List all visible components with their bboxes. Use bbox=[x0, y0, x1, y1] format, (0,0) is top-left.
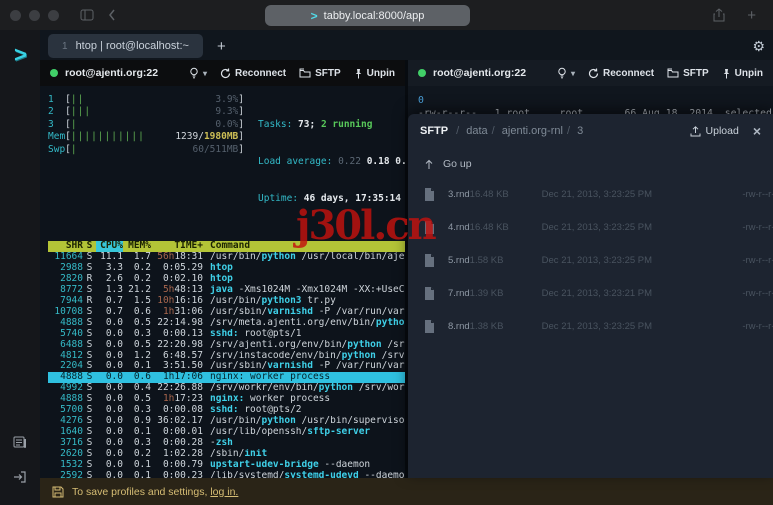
tabby-favicon: > bbox=[310, 8, 318, 23]
htop-process-row[interactable]: 2988 S 3.3 0.2 0:05.29 htop bbox=[48, 263, 405, 274]
address-bar[interactable]: > tabby.local:8000/app bbox=[265, 5, 470, 26]
login-banner: To save profiles and settings, log in. bbox=[40, 478, 773, 505]
sftp-file-list: 3.rnd 16.48 KB Dec 21, 2013, 3:23:25 PM … bbox=[420, 178, 773, 343]
cpu-meter: 3 [| 0.0%] bbox=[48, 118, 244, 130]
file-icon bbox=[424, 188, 448, 201]
chevron-down-icon: ▾ bbox=[570, 68, 575, 78]
pane-header-left: root@ajenti.org:22 ▾ Reconnect SFTP Unpi… bbox=[40, 60, 405, 86]
breadcrumb-segment[interactable]: ajenti.org-rnl bbox=[490, 125, 563, 137]
htop-process-row[interactable]: 10708 S 0.7 0.6 1h31:06 /usr/sbin/varnis… bbox=[48, 307, 405, 318]
maximize-window-icon[interactable] bbox=[48, 9, 59, 21]
htop-cpu-meters: 1 [|| 3.9%] 2 [||| 9.3%] 3 [| 0.0%] Mem[|||… bbox=[48, 94, 244, 230]
htop-process-row[interactable]: 6488 S 0.0 0.5 22:20.98 /srv/ajenti.org/… bbox=[48, 340, 405, 351]
cpu-meter: 1 [|| 3.9%] bbox=[48, 94, 244, 105]
htop-table-header[interactable]: SHR S CPU% MEM% TIME+ Command bbox=[48, 241, 405, 253]
chevron-down-icon: ▾ bbox=[202, 68, 207, 78]
upload-button[interactable]: Upload bbox=[690, 125, 739, 137]
swap-meter: Swp[| 60/511MB] bbox=[48, 143, 244, 155]
htop-process-row[interactable]: 2204 S 0.0 0.1 3:51.50 /usr/sbin/varnish… bbox=[48, 361, 405, 372]
suggestions-bulb-button[interactable]: ▾ bbox=[557, 67, 575, 79]
pane-host-label: root@ajenti.org:22 bbox=[65, 67, 159, 79]
tab-index: 1 bbox=[62, 40, 68, 52]
back-icon[interactable] bbox=[108, 9, 116, 21]
htop-terminal[interactable]: 1 [|| 3.9%] 2 [||| 9.3%] 3 [| 0.0%] Mem[|||… bbox=[40, 86, 405, 478]
sftp-file-row[interactable]: 8.rnd 1.38 KB Dec 21, 2013, 3:23:25 PM -… bbox=[420, 310, 773, 343]
minimize-window-icon[interactable] bbox=[29, 9, 40, 21]
terminal-pane-right: root@ajenti.org:22 ▾ Reconnect SFTP Unpi… bbox=[408, 60, 773, 478]
sftp-file-row[interactable]: 7.rnd 1.39 KB Dec 21, 2013, 3:23:21 PM -… bbox=[420, 277, 773, 310]
file-icon bbox=[424, 221, 448, 234]
sftp-panel-title: SFTP bbox=[420, 125, 449, 137]
close-window-icon[interactable] bbox=[10, 9, 21, 21]
sftp-button[interactable]: SFTP bbox=[299, 68, 341, 79]
suggestions-bulb-button[interactable]: ▾ bbox=[189, 67, 207, 79]
unpin-button[interactable]: Unpin bbox=[722, 68, 763, 79]
breadcrumb-segment[interactable]: data bbox=[454, 125, 487, 137]
sign-in-icon[interactable] bbox=[13, 470, 27, 489]
reconnect-button[interactable]: Reconnect bbox=[220, 68, 286, 79]
terminal-line: 0 bbox=[418, 95, 424, 106]
htop-process-row[interactable]: 4812 S 0.0 1.2 6:48.57 /srv/instacode/en… bbox=[48, 351, 405, 362]
share-icon[interactable] bbox=[713, 8, 725, 22]
file-icon bbox=[424, 287, 448, 300]
htop-process-row[interactable]: 11664 S 11.1 1.7 56h18:31 /usr/bin/pytho… bbox=[48, 252, 405, 263]
htop-process-row[interactable]: 2620 S 0.0 0.2 1:02.28 /sbin/init bbox=[48, 449, 405, 460]
arrow-up-icon bbox=[425, 159, 433, 169]
browser-chrome: > tabby.local:8000/app + bbox=[0, 0, 773, 30]
connection-status-icon bbox=[50, 69, 58, 77]
file-icon bbox=[424, 320, 448, 333]
htop-process-row[interactable]: 4276 S 0.0 0.9 36:02.17 /usr/bin/python … bbox=[48, 416, 405, 427]
htop-process-row[interactable]: 3716 S 0.0 0.3 0:00.28 -zsh bbox=[48, 438, 405, 449]
sftp-file-row[interactable]: 3.rnd 16.48 KB Dec 21, 2013, 3:23:25 PM … bbox=[420, 178, 773, 211]
htop-process-row[interactable]: 4888 S 0.0 0.5 22:14.98 /srv/meta.ajenti… bbox=[48, 318, 405, 329]
sftp-button[interactable]: SFTP bbox=[667, 68, 709, 79]
htop-process-row[interactable]: 1640 S 0.0 0.1 0:00.01 /usr/lib/openssh/… bbox=[48, 427, 405, 438]
cpu-meter: 2 [||| 9.3%] bbox=[48, 106, 244, 118]
htop-process-table: SHR S CPU% MEM% TIME+ Command 11664 S 11… bbox=[48, 241, 405, 478]
release-notes-icon[interactable] bbox=[13, 435, 27, 454]
url-text: tabby.local:8000/app bbox=[323, 9, 425, 22]
sftp-file-row[interactable]: 5.rnd 1.58 KB Dec 21, 2013, 3:23:25 PM -… bbox=[420, 244, 773, 277]
toggle-sidebar-icon[interactable] bbox=[80, 9, 94, 21]
htop-process-row[interactable]: 2820 R 2.6 0.2 0:02.10 htop bbox=[48, 274, 405, 285]
window-controls[interactable] bbox=[10, 9, 59, 21]
new-browser-tab-icon[interactable]: + bbox=[747, 7, 756, 24]
htop-process-row[interactable]: 2592 S 0.0 0.1 0:00.23 /lib/systemd/syst… bbox=[48, 471, 405, 479]
breadcrumb-segment[interactable]: 3 bbox=[565, 125, 583, 137]
terminal-pane-left: root@ajenti.org:22 ▾ Reconnect SFTP Unpi… bbox=[40, 60, 408, 478]
log-in-link[interactable]: log in. bbox=[210, 486, 238, 498]
settings-gear-icon[interactable]: ⚙ bbox=[752, 38, 765, 55]
htop-process-row[interactable]: 4992 S 0.0 0.4 22:26.88 /srv/workr/env/b… bbox=[48, 383, 405, 394]
htop-process-row[interactable]: 4888 S 0.0 0.5 1h17:23 nginx: worker pro… bbox=[48, 394, 405, 405]
htop-stats: Tasks: 73; 2 running Load average: 0.22 … bbox=[258, 118, 405, 205]
htop-process-row[interactable]: 1532 S 0.0 0.1 0:00.79 upstart-udev-brid… bbox=[48, 460, 405, 471]
close-icon[interactable]: × bbox=[753, 124, 761, 138]
sftp-breadcrumb: dataajenti.org-rnl3 bbox=[454, 125, 585, 137]
htop-process-row[interactable]: 8772 S 1.3 21.2 5h48:13 java -Xms1024M -… bbox=[48, 285, 405, 296]
new-tab-button[interactable]: + bbox=[217, 38, 226, 55]
reconnect-button[interactable]: Reconnect bbox=[588, 68, 654, 79]
login-banner-text: To save profiles and settings, log in. bbox=[72, 485, 239, 498]
htop-process-row[interactable]: 5700 S 0.0 0.3 0:00.08 sshd: root@pts/2 bbox=[48, 405, 405, 416]
tabby-app-window: > tabby.local:8000/app + > 1 htop | root… bbox=[0, 0, 773, 505]
htop-process-row[interactable]: 5740 S 0.0 0.3 0:00.13 sshd: root@pts/1 bbox=[48, 329, 405, 340]
go-up-row[interactable]: Go up bbox=[424, 158, 761, 170]
save-floppy-icon bbox=[52, 486, 64, 497]
tab-title: htop | root@localhost:~ bbox=[75, 40, 189, 52]
tab-bar: 1 htop | root@localhost:~ + ⚙ bbox=[40, 30, 773, 60]
app-sidebar: > bbox=[0, 30, 40, 505]
sftp-file-row[interactable]: 4.rnd 16.48 KB Dec 21, 2013, 3:23:25 PM … bbox=[420, 211, 773, 244]
file-icon bbox=[424, 254, 448, 267]
pane-header-right: root@ajenti.org:22 ▾ Reconnect SFTP Unpi… bbox=[408, 60, 773, 86]
pane-host-label: root@ajenti.org:22 bbox=[433, 67, 527, 79]
tab-htop[interactable]: 1 htop | root@localhost:~ bbox=[48, 34, 203, 58]
tabby-logo-icon: > bbox=[13, 42, 27, 67]
connection-status-icon bbox=[418, 69, 426, 77]
sftp-panel: SFTP dataajenti.org-rnl3 Upload × bbox=[408, 114, 773, 478]
htop-process-row[interactable]: 7944 R 0.7 1.5 10h16:16 /usr/bin/python3… bbox=[48, 296, 405, 307]
unpin-button[interactable]: Unpin bbox=[354, 68, 395, 79]
htop-process-row[interactable]: 4888 S 0.0 0.6 1h17:06 nginx: worker pro… bbox=[48, 372, 405, 384]
memory-meter: Mem[||||||||||| 1239/1980MB] bbox=[48, 131, 244, 143]
